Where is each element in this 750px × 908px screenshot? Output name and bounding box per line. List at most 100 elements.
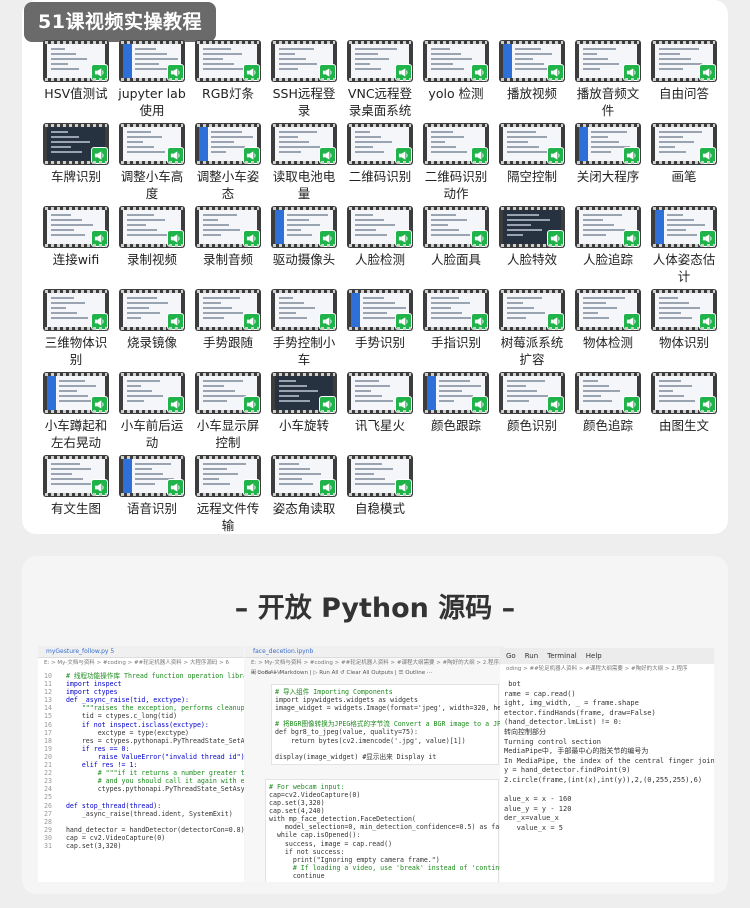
- video-thumbnail[interactable]: [575, 123, 641, 165]
- video-play-icon[interactable]: [395, 313, 412, 330]
- lesson-item[interactable]: 驱动摄像头: [266, 206, 342, 289]
- video-thumbnail[interactable]: [43, 206, 109, 248]
- video-thumbnail[interactable]: [43, 289, 109, 331]
- video-play-icon[interactable]: [243, 396, 260, 413]
- video-thumbnail[interactable]: [43, 455, 109, 497]
- video-play-icon[interactable]: [91, 396, 108, 413]
- lesson-item[interactable]: 颜色跟踪: [418, 372, 494, 455]
- lesson-item[interactable]: 颜色识别: [494, 372, 570, 455]
- lesson-item[interactable]: 小车旋转: [266, 372, 342, 455]
- video-thumbnail[interactable]: [347, 372, 413, 414]
- video-play-icon[interactable]: [623, 313, 640, 330]
- video-thumbnail[interactable]: [43, 40, 109, 82]
- video-thumbnail[interactable]: [423, 372, 489, 414]
- video-play-icon[interactable]: [623, 147, 640, 164]
- video-thumbnail[interactable]: [347, 40, 413, 82]
- video-play-icon[interactable]: [319, 64, 336, 81]
- lesson-item[interactable]: 人脸追踪: [570, 206, 646, 289]
- lesson-item[interactable]: 小车蹲起和左右晃动: [38, 372, 114, 455]
- video-play-icon[interactable]: [319, 396, 336, 413]
- lesson-item[interactable]: 手指识别: [418, 289, 494, 372]
- menu-item[interactable]: Run: [525, 652, 538, 660]
- lesson-item[interactable]: HSV值测试: [38, 40, 114, 123]
- video-play-icon[interactable]: [471, 396, 488, 413]
- video-thumbnail[interactable]: [271, 40, 337, 82]
- video-play-icon[interactable]: [243, 64, 260, 81]
- lesson-item[interactable]: 录制音频: [190, 206, 266, 289]
- lesson-item[interactable]: 物体检测: [570, 289, 646, 372]
- lesson-item[interactable]: 车牌识别: [38, 123, 114, 206]
- video-thumbnail[interactable]: [195, 206, 261, 248]
- video-play-icon[interactable]: [243, 230, 260, 247]
- lesson-item[interactable]: 人脸面具: [418, 206, 494, 289]
- video-thumbnail[interactable]: [43, 123, 109, 165]
- video-thumbnail[interactable]: [575, 289, 641, 331]
- video-play-icon[interactable]: [319, 147, 336, 164]
- video-thumbnail[interactable]: [119, 40, 185, 82]
- video-play-icon[interactable]: [547, 230, 564, 247]
- video-thumbnail[interactable]: [119, 123, 185, 165]
- lesson-item[interactable]: 读取电池电量: [266, 123, 342, 206]
- video-thumbnail[interactable]: [499, 123, 565, 165]
- video-thumbnail[interactable]: [195, 372, 261, 414]
- lesson-item[interactable]: SSH远程登录: [266, 40, 342, 123]
- lesson-item[interactable]: yolo 检测: [418, 40, 494, 123]
- video-play-icon[interactable]: [395, 64, 412, 81]
- video-play-icon[interactable]: [91, 479, 108, 496]
- video-play-icon[interactable]: [471, 64, 488, 81]
- lesson-item[interactable]: RGB灯条: [190, 40, 266, 123]
- lesson-item[interactable]: 有文生图: [38, 455, 114, 538]
- lesson-item[interactable]: 由图生文: [646, 372, 722, 455]
- video-play-icon[interactable]: [243, 147, 260, 164]
- lesson-item[interactable]: 手势跟随: [190, 289, 266, 372]
- video-play-icon[interactable]: [623, 64, 640, 81]
- video-thumbnail[interactable]: [195, 123, 261, 165]
- video-play-icon[interactable]: [167, 64, 184, 81]
- video-play-icon[interactable]: [547, 396, 564, 413]
- lesson-item[interactable]: 烧录镜像: [114, 289, 190, 372]
- video-play-icon[interactable]: [167, 230, 184, 247]
- video-thumbnail[interactable]: [499, 372, 565, 414]
- video-play-icon[interactable]: [319, 313, 336, 330]
- lesson-item[interactable]: 录制视频: [114, 206, 190, 289]
- video-play-icon[interactable]: [319, 479, 336, 496]
- video-thumbnail[interactable]: [271, 289, 337, 331]
- lesson-item[interactable]: 小车显示屏控制: [190, 372, 266, 455]
- video-thumbnail[interactable]: [195, 40, 261, 82]
- video-thumbnail[interactable]: [119, 372, 185, 414]
- lesson-item[interactable]: 人脸检测: [342, 206, 418, 289]
- lesson-item[interactable]: 手势识别: [342, 289, 418, 372]
- video-play-icon[interactable]: [699, 313, 716, 330]
- lesson-item[interactable]: 姿态角读取: [266, 455, 342, 538]
- video-thumbnail[interactable]: [347, 289, 413, 331]
- lesson-item[interactable]: 调整小车姿态: [190, 123, 266, 206]
- video-thumbnail[interactable]: [499, 206, 565, 248]
- video-thumbnail[interactable]: [423, 289, 489, 331]
- lesson-item[interactable]: 自稳模式: [342, 455, 418, 538]
- lesson-item[interactable]: 关闭大程序: [570, 123, 646, 206]
- video-thumbnail[interactable]: [195, 455, 261, 497]
- lesson-item[interactable]: VNC远程登录桌面系统: [342, 40, 418, 123]
- video-thumbnail[interactable]: [195, 289, 261, 331]
- lesson-item[interactable]: 语音识别: [114, 455, 190, 538]
- video-play-icon[interactable]: [547, 64, 564, 81]
- video-play-icon[interactable]: [547, 313, 564, 330]
- lesson-item[interactable]: 自由问答: [646, 40, 722, 123]
- lesson-item[interactable]: 隔空控制: [494, 123, 570, 206]
- video-thumbnail[interactable]: [575, 206, 641, 248]
- menu-item[interactable]: Terminal: [547, 652, 577, 660]
- lesson-item[interactable]: 连接wifi: [38, 206, 114, 289]
- lesson-item[interactable]: 播放视频: [494, 40, 570, 123]
- lesson-item[interactable]: 播放音频文件: [570, 40, 646, 123]
- lesson-item[interactable]: 物体识别: [646, 289, 722, 372]
- video-thumbnail[interactable]: [575, 372, 641, 414]
- video-thumbnail[interactable]: [271, 455, 337, 497]
- video-play-icon[interactable]: [91, 64, 108, 81]
- video-play-icon[interactable]: [547, 147, 564, 164]
- video-play-icon[interactable]: [319, 230, 336, 247]
- video-play-icon[interactable]: [699, 64, 716, 81]
- video-thumbnail[interactable]: [499, 289, 565, 331]
- video-play-icon[interactable]: [243, 313, 260, 330]
- video-thumbnail[interactable]: [651, 40, 717, 82]
- lesson-item[interactable]: jupyter lab使用: [114, 40, 190, 123]
